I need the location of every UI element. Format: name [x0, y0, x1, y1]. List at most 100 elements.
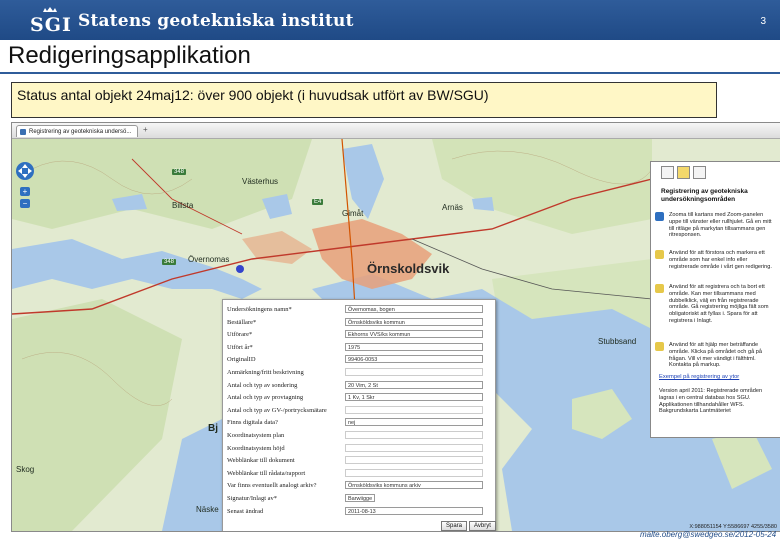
cancel-button[interactable]: Avbryt: [469, 521, 496, 531]
form-field-label: Beställare*: [227, 318, 257, 326]
place-label: Näske: [196, 505, 219, 514]
org-name: Statens geotekniska institut: [78, 11, 354, 31]
zoom-out-button[interactable]: −: [20, 199, 30, 208]
form-field-label: Koordinatsystem höjd: [227, 444, 285, 452]
place-label: Skog: [16, 465, 35, 474]
draw-tool-icon[interactable]: [693, 166, 706, 179]
form-field-label: Anmärkning/fritt beskrivning: [227, 369, 304, 376]
form-row: Finns digitala data? nej: [227, 418, 493, 428]
logo: SGI Statens geotekniska institut: [30, 6, 354, 36]
info-icon: [655, 250, 664, 259]
form-field-label: OriginalID: [227, 356, 256, 364]
form-row: OriginalID 99406-0053: [227, 355, 493, 365]
form-field-input[interactable]: [345, 468, 483, 477]
title-divider: [0, 72, 780, 74]
form-row: Utfört år* 1975: [227, 342, 493, 353]
form-row: Utförare* Ekhorns VVS/ks kommun: [227, 330, 493, 340]
form-row: Antal och typ av provtagning 1 Kv, 1 Skr: [227, 393, 493, 403]
form-field-label: Utförare*: [227, 331, 253, 339]
form-row: Undersökningens namn* Övernomas, bogen: [227, 305, 493, 315]
form-row: Beställare* Örnsköldsviks kommun: [227, 317, 493, 328]
zoom-in-button[interactable]: +: [20, 187, 30, 196]
footer-email: malte.oberg@swedgeo.se/2012-05-24: [640, 530, 777, 539]
form-row: Koordinatsystem plan: [227, 431, 493, 441]
place-label: Stubbsand: [598, 337, 637, 346]
road-number: 348: [162, 259, 177, 265]
place-label: Arnäs: [442, 203, 463, 212]
form-field-input[interactable]: nej: [345, 418, 483, 427]
form-row: Signatur/Inlagt av* Barwiigge: [227, 494, 493, 504]
form-row: Var finns eventuellt analogt arkiv? Örnsk…: [227, 481, 493, 491]
favicon-icon: [20, 129, 26, 135]
form-field-label: Signatur/Inlagt av*: [227, 495, 278, 502]
pan-control-icon[interactable]: [15, 161, 35, 181]
form-row: Senast ändrad 2011-08-13: [227, 506, 493, 517]
form-field-input[interactable]: Barwiigge: [345, 494, 375, 502]
form-field-label: Finns digitala data?: [227, 419, 278, 427]
app-screenshot: Registrering av geotekniska undersö... +: [11, 122, 780, 532]
panel-block-text: Använd för att förstora och markera ett …: [669, 250, 772, 270]
place-label: Örnskoldsvik: [367, 261, 450, 276]
save-button[interactable]: Spara: [441, 521, 468, 531]
form-field-label: Utfört år*: [227, 343, 253, 351]
status-box: Status antal objekt 24maj12: över 900 ob…: [11, 82, 717, 118]
form-buttons: Spara Avbryt: [227, 521, 496, 531]
map-view[interactable]: + − 348 348 E4 Billsta Västerhus Gimåt A…: [12, 139, 780, 531]
panel-toolbar: [661, 166, 706, 179]
road-number: E4: [312, 199, 324, 205]
form-row: Antal och typ av GV-/portrycksmätare: [227, 405, 493, 416]
panel-block-text: Använd för att hjälp mer beträffande omr…: [669, 342, 762, 369]
edit-icon: [655, 284, 664, 293]
browser-tab-label: Registrering av geotekniska undersö...: [29, 129, 132, 135]
help-panel: Registrering av geotekniska undersökning…: [650, 161, 780, 438]
form-field-input[interactable]: [345, 431, 483, 439]
road-number: 348: [172, 169, 187, 175]
form-field-label: Undersökningens namn*: [227, 306, 292, 313]
form-field-label: Antal och typ av GV-/portrycksmätare: [227, 406, 327, 414]
place-label: Billsta: [172, 201, 194, 210]
form-field-label: Senast ändrad: [227, 507, 264, 515]
form-field-label: Antal och typ av sondering: [227, 381, 298, 389]
logo-letters: SGI: [30, 14, 72, 36]
registration-form: Undersökningens namn* Övernomas, bogen Bes…: [222, 299, 496, 531]
form-field-input[interactable]: [345, 405, 483, 414]
place-label: Gimåt: [342, 209, 364, 218]
panel-block-text: Zooma till kartans med Zoom-panelen uppe…: [669, 212, 772, 239]
form-field-input[interactable]: 2011-08-13: [345, 506, 483, 515]
form-row: Webblänkar till rådata/rapport: [227, 468, 493, 479]
page-title: Redigeringsapplikation: [8, 42, 251, 69]
form-field-input[interactable]: [345, 456, 483, 465]
form-field-input[interactable]: 20 Vim, 2 St: [345, 380, 483, 389]
form-field-label: Var finns eventuellt analogt arkiv?: [227, 482, 317, 490]
form-field-input[interactable]: [345, 368, 483, 376]
form-row: Antal och typ av sondering 20 Vim, 2 St: [227, 380, 493, 391]
form-field-input[interactable]: 99406-0053: [345, 355, 483, 364]
place-label: Bj: [208, 423, 218, 434]
panel-title: Registrering av geotekniska undersökning…: [661, 188, 748, 203]
form-field-input[interactable]: Ekhorns VVS/ks kommun: [345, 330, 483, 339]
form-field-input[interactable]: Övernomas, bogen: [345, 305, 483, 313]
form-field-label: Webblänkar till dokument: [227, 457, 295, 465]
browser-tab[interactable]: Registrering av geotekniska undersö...: [16, 125, 138, 137]
zoom-icon: [655, 212, 664, 221]
form-field-input[interactable]: 1975: [345, 342, 483, 351]
page-number: 3: [760, 16, 766, 27]
version-note: Version april 2011: Registrerade områden…: [659, 388, 763, 415]
example-link[interactable]: Exempel på registrering av ytor: [659, 374, 739, 380]
edit-tool-icon[interactable]: [677, 166, 690, 179]
form-row: Webblänkar till dokument: [227, 456, 493, 466]
form-field-label: Webblänkar till rådata/rapport: [227, 469, 306, 477]
form-field-input[interactable]: Örnsköldsviks kommun: [345, 317, 483, 326]
place-label: Övernomas: [188, 255, 230, 264]
new-tab-button[interactable]: +: [143, 125, 148, 134]
form-field-label: Koordinatsystem plan: [227, 432, 285, 439]
form-field-input[interactable]: 1 Kv, 1 Skr: [345, 393, 483, 402]
help-icon: [655, 342, 664, 351]
header-banner: SGI Statens geotekniska institut 3: [0, 0, 780, 40]
select-tool-icon[interactable]: [661, 166, 674, 179]
place-label: Västerhus: [242, 177, 279, 186]
form-field-input[interactable]: Örnsköldsviks kommuns arkiv: [345, 481, 483, 490]
form-row: Anmärkning/fritt beskrivning: [227, 368, 493, 378]
form-field-input[interactable]: [345, 443, 483, 452]
form-row: Koordinatsystem höjd: [227, 443, 493, 454]
